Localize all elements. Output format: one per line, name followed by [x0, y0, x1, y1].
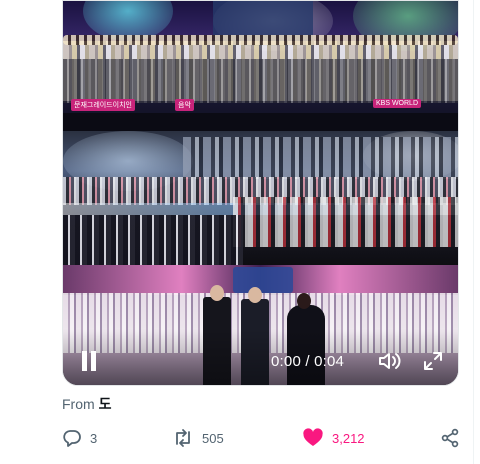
reply-icon [63, 430, 81, 447]
playback-time: 0:00 / 0:04 [271, 353, 345, 370]
like-count: 3,212 [332, 430, 365, 446]
like-button[interactable]: 3,212 [302, 428, 365, 448]
attribution-prefix: From [62, 396, 95, 412]
volume-icon[interactable] [378, 351, 402, 371]
share-icon [441, 428, 459, 448]
caption-tag-right: KBS WORLD [373, 99, 422, 108]
repost-count: 505 [202, 430, 224, 446]
player-controls: 0:00 / 0:04 [63, 329, 458, 385]
video-attribution: From 도 [62, 394, 111, 414]
caption-tag-left: 문재그레이드이치인 [71, 99, 135, 111]
fullscreen-icon[interactable] [423, 351, 443, 371]
reply-count: 3 [90, 430, 98, 446]
repost-icon [176, 429, 190, 447]
video-frame-middle [63, 131, 458, 265]
video-player[interactable]: 문재그레이드이치인 음악 KBS WORLD 0:00 / 0:04 [62, 0, 459, 386]
tweet-action-bar: 3 505 3,212 [62, 424, 462, 452]
repost-button[interactable]: 505 [172, 428, 224, 448]
share-button[interactable] [440, 428, 460, 448]
reply-button[interactable]: 3 [62, 428, 97, 448]
timeline-divider [473, 0, 474, 464]
pause-icon[interactable] [80, 351, 98, 371]
video-frame-top: 문재그레이드이치인 음악 KBS WORLD [63, 1, 458, 131]
heart-icon [303, 428, 323, 446]
attribution-source[interactable]: 도 [99, 396, 112, 412]
caption-tag-middle: 음악 [175, 99, 194, 111]
